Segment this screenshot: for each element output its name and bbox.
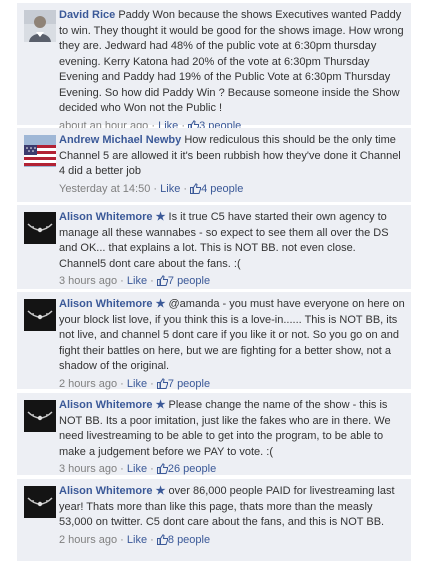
separator-dot: · <box>120 275 124 287</box>
star-icon: ★ <box>155 211 166 223</box>
comment-timestamp[interactable]: 3 hours ago <box>59 463 117 475</box>
like-link[interactable]: Like <box>127 378 147 390</box>
separator-dot: · <box>150 463 154 475</box>
likes-count-link[interactable]: 7 people <box>156 275 211 287</box>
separator-dot: · <box>150 275 154 287</box>
avatar[interactable] <box>24 299 56 331</box>
comment-item: Alison Whitemore ★ Please change the nam… <box>17 393 411 475</box>
likes-count-text: 7 people <box>167 377 211 390</box>
necklace-avatar-image <box>24 400 56 432</box>
comment-item: David Rice Paddy Won because the shows E… <box>17 3 411 132</box>
comment-item: Alison Whitemore ★ Is it true C5 have st… <box>17 205 411 289</box>
separator-dot: · <box>150 533 154 546</box>
comment-feed: David Rice Paddy Won because the shows E… <box>0 0 436 572</box>
comment-text: Paddy Won because the shows Executives w… <box>59 9 404 114</box>
likes-count-text: 4 people <box>201 182 244 195</box>
comment-author[interactable]: Alison Whitemore <box>59 485 153 497</box>
likes-count-link[interactable]: 26 people <box>156 463 217 475</box>
thumbs-up-icon <box>156 533 168 545</box>
like-link[interactable]: Like <box>160 183 180 195</box>
comment-meta: 2 hours ago · Like · 7 people <box>59 377 405 391</box>
avatar[interactable] <box>24 486 56 518</box>
thumbs-up-icon <box>156 377 168 389</box>
necklace-avatar-image <box>24 212 56 244</box>
likes-count-text: 26 people <box>167 463 217 475</box>
separator-dot: · <box>153 182 158 195</box>
separator-dot: · <box>120 377 124 390</box>
comment-timestamp[interactable]: 2 hours ago <box>59 378 117 390</box>
likes-count-link[interactable]: 4 people <box>190 183 243 195</box>
likes-count-text: 7 people <box>167 275 211 287</box>
comment-meta: 3 hours ago · Like · 7 people <box>59 274 405 288</box>
likes-count-link[interactable]: 7 people <box>156 377 211 390</box>
star-icon: ★ <box>155 399 166 411</box>
flag-avatar-image <box>24 135 56 167</box>
avatar[interactable] <box>24 135 56 167</box>
comment-item: Alison Whitemore ★ @amanda - you must ha… <box>17 292 411 391</box>
separator-dot: · <box>120 533 124 546</box>
comment-item: Alison Whitemore ★ over 86,000 people PA… <box>17 479 411 561</box>
person-avatar-image <box>24 10 56 42</box>
likes-count-text: 8 people <box>167 533 211 546</box>
necklace-avatar-image <box>24 299 56 331</box>
thumbs-up-icon <box>156 463 168 474</box>
like-link[interactable]: Like <box>127 275 147 287</box>
comment-author[interactable]: David Rice <box>59 9 115 21</box>
comment-timestamp[interactable]: 2 hours ago <box>59 534 117 546</box>
thumbs-up-icon <box>190 182 202 194</box>
separator-dot: · <box>120 463 124 475</box>
like-link[interactable]: Like <box>127 463 147 475</box>
like-link[interactable]: Like <box>127 534 147 546</box>
comment-timestamp[interactable]: 3 hours ago <box>59 275 117 287</box>
avatar[interactable] <box>24 10 56 42</box>
thumbs-up-icon <box>156 275 168 286</box>
comment-meta: 3 hours ago · Like · 26 people <box>59 462 405 476</box>
comment-meta: 2 hours ago · Like · 8 people <box>59 533 405 547</box>
likes-count-link[interactable]: 8 people <box>156 533 211 546</box>
comment-author[interactable]: Alison Whitemore <box>59 298 153 310</box>
necklace-avatar-image <box>24 486 56 518</box>
star-icon: ★ <box>155 298 166 310</box>
comment-meta: Yesterday at 14:50 · Like · 4 people <box>59 182 405 196</box>
avatar[interactable] <box>24 400 56 432</box>
comment-author[interactable]: Andrew Michael Newby <box>59 134 181 146</box>
avatar[interactable] <box>24 212 56 244</box>
separator-dot: · <box>150 377 154 390</box>
comment-timestamp[interactable]: Yesterday at 14:50 <box>59 183 150 195</box>
comment-author[interactable]: Alison Whitemore <box>59 211 153 223</box>
comment-item: Andrew Michael Newby How rediculous this… <box>17 128 411 202</box>
separator-dot: · <box>183 182 188 195</box>
comment-author[interactable]: Alison Whitemore <box>59 399 153 411</box>
star-icon: ★ <box>155 485 166 497</box>
